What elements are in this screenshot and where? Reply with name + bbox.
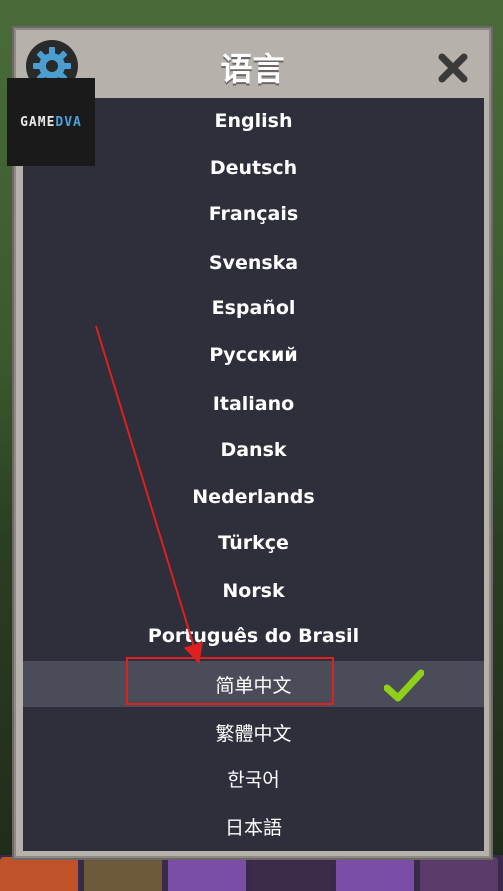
language-option[interactable]: Português do Brasil [23, 613, 484, 659]
language-option[interactable]: 日本語 [23, 803, 484, 849]
language-label: English [214, 110, 293, 132]
language-option[interactable]: Dansk [23, 427, 484, 473]
language-label: 简单中文 [215, 674, 292, 697]
language-list: English Deutsch Français Svenska Español… [23, 98, 484, 851]
watermark-logo: GAME DVA [7, 78, 95, 166]
language-option[interactable]: Русский [23, 332, 484, 378]
language-option[interactable]: Svenska [23, 240, 484, 286]
language-option[interactable]: 繁體中文 [23, 709, 484, 755]
language-label: Dansk [220, 439, 287, 461]
language-option-selected[interactable]: 简单中文 [23, 661, 484, 707]
language-option[interactable]: Français [23, 191, 484, 237]
bottom-bar [0, 855, 503, 891]
language-option[interactable]: Norsk [23, 568, 484, 614]
bottom-tile [168, 857, 246, 891]
checkmark-icon [384, 669, 424, 702]
bottom-tile [252, 857, 330, 891]
language-label: Türkçe [218, 532, 289, 554]
language-label: Deutsch [209, 157, 298, 179]
language-option[interactable]: Español [23, 285, 484, 331]
language-label: 한국어 [227, 768, 280, 791]
language-label: Русский [209, 344, 298, 366]
bottom-tile [420, 857, 498, 891]
language-option[interactable]: Italiano [23, 381, 484, 427]
language-label: Nederlands [192, 486, 315, 508]
language-label: Svenska [208, 252, 299, 274]
language-label: Português do Brasil [147, 625, 360, 647]
close-icon[interactable] [435, 50, 471, 86]
bottom-tile [84, 857, 162, 891]
bottom-tile [336, 857, 414, 891]
language-label: 日本語 [224, 816, 282, 839]
language-label: Norsk [222, 580, 285, 602]
language-option[interactable]: 한국어 [23, 755, 484, 801]
language-label: Français [208, 203, 299, 225]
language-option[interactable]: Nederlands [23, 474, 484, 520]
language-label: 繁體中文 [215, 722, 292, 745]
language-option[interactable]: Türkçe [23, 520, 484, 566]
language-label: Italiano [212, 393, 295, 415]
language-label: Español [211, 297, 296, 319]
bottom-tile [0, 857, 78, 891]
